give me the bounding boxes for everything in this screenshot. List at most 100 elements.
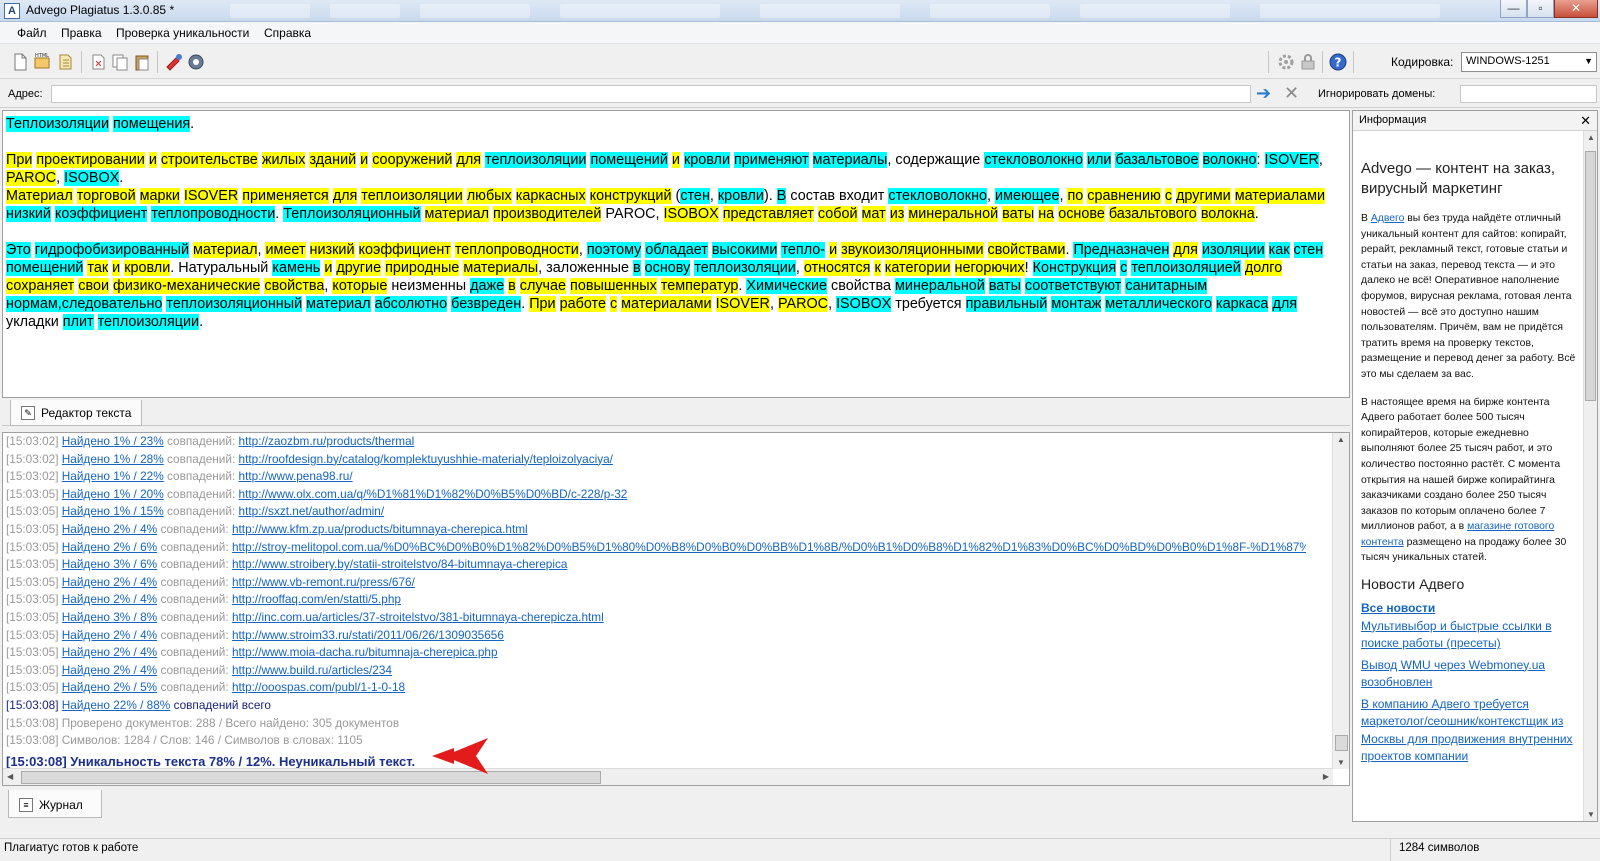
menu-file[interactable]: Файл bbox=[17, 26, 47, 40]
info-scroll-thumb[interactable] bbox=[1585, 151, 1596, 401]
help-icon[interactable]: ? bbox=[1328, 52, 1348, 72]
editor-paragraph: Материал торговой марки ISOVER применяет… bbox=[6, 187, 1347, 223]
open-file-icon[interactable] bbox=[56, 52, 76, 72]
found-percent-link[interactable]: Найдено 2% / 4% bbox=[62, 592, 157, 606]
scroll-down-icon[interactable]: ▼ bbox=[1337, 758, 1345, 767]
found-percent-link[interactable]: Найдено 3% / 8% bbox=[62, 610, 157, 624]
scroll-left-icon[interactable]: ◀ bbox=[7, 772, 13, 781]
app-logo-icon: A bbox=[4, 3, 20, 19]
open-html-icon[interactable]: HTML bbox=[32, 52, 52, 72]
plain-text: . bbox=[521, 296, 530, 312]
found-percent-link[interactable]: Найдено 2% / 4% bbox=[62, 645, 157, 659]
source-url-link[interactable]: http://www.stroibery.by/statii-stroitels… bbox=[232, 557, 567, 571]
log-timestamp: [15:03:05] bbox=[6, 539, 59, 554]
highlighted-word: категории bbox=[884, 260, 951, 276]
found-percent-link[interactable]: Найдено 2% / 4% bbox=[62, 663, 157, 677]
source-url-link[interactable]: http://www.build.ru/articles/234 bbox=[232, 663, 392, 677]
log-horizontal-scroll-thumb[interactable] bbox=[21, 771, 601, 784]
menu-edit[interactable]: Правка bbox=[61, 26, 102, 40]
info-vertical-scrollbar[interactable]: ▲ ▼ bbox=[1583, 131, 1597, 821]
found-percent-link[interactable]: Найдено 1% / 23% bbox=[62, 434, 164, 448]
minimize-button[interactable]: — bbox=[1500, 0, 1527, 18]
highlighted-word: долго bbox=[1244, 260, 1283, 276]
source-url-link[interactable]: http://ooospas.com/publ/1-1-0-18 bbox=[232, 680, 405, 694]
results-log[interactable]: [15:03:02] Найдено 1% / 23% совпадений: … bbox=[2, 432, 1350, 786]
source-url-link[interactable]: http://rooffaq.com/en/statti/5.php bbox=[232, 592, 401, 606]
log-horizontal-scrollbar[interactable]: ◀ ▶ bbox=[3, 768, 1333, 785]
log-row: [15:03:05] Найдено 2% / 6% совпадений: h… bbox=[6, 539, 1306, 557]
source-url-link[interactable]: http://www.vb-remont.ru/press/676/ bbox=[232, 575, 415, 589]
news-link[interactable]: Вывод WMU через Webmoney.ua возобновлен bbox=[1361, 657, 1579, 692]
highlighted-word: При bbox=[6, 152, 33, 168]
found-percent-link[interactable]: Найдено 2% / 5% bbox=[62, 680, 157, 694]
found-percent-link[interactable]: Найдено 2% / 4% bbox=[62, 575, 157, 589]
found-percent-link[interactable]: Найдено 2% / 4% bbox=[62, 628, 157, 642]
news-link[interactable]: Мультивыбор и быстрые ссылки в поиске ра… bbox=[1361, 618, 1579, 653]
highlighted-word: температур bbox=[660, 278, 739, 294]
highlighted-word: свойства bbox=[264, 278, 325, 294]
highlighted-word: стекловолокно bbox=[984, 152, 1083, 168]
highlighted-word: имеющее bbox=[995, 188, 1060, 204]
found-percent-link[interactable]: Найдено 1% / 15% bbox=[62, 504, 164, 518]
close-icon[interactable]: ✕ bbox=[1580, 113, 1591, 129]
found-percent-link[interactable]: Найдено 3% / 6% bbox=[62, 557, 157, 571]
source-url-link[interactable]: http://zaozbm.ru/products/thermal bbox=[239, 434, 415, 448]
log-vertical-scrollbar[interactable]: ▲ ▼ bbox=[1332, 433, 1349, 769]
source-url-link[interactable]: http://www.pena98.ru/ bbox=[239, 469, 353, 483]
settings-gear-icon[interactable] bbox=[1276, 52, 1296, 72]
found-percent-link[interactable]: Найдено 1% / 28% bbox=[62, 452, 164, 466]
clear-x-icon[interactable]: ✕ bbox=[1284, 84, 1304, 104]
found-percent-link[interactable]: Найдено 1% / 22% bbox=[62, 469, 164, 483]
scroll-up-icon[interactable]: ▲ bbox=[1337, 435, 1345, 444]
source-url-link[interactable]: http://www.olx.com.ua/q/%D1%81%D1%82%D0%… bbox=[239, 487, 628, 501]
address-input[interactable] bbox=[51, 85, 1251, 103]
char-count: 1284 символов bbox=[1390, 839, 1600, 861]
deep-check-icon[interactable] bbox=[186, 52, 206, 72]
scroll-up-icon[interactable]: ▲ bbox=[1587, 133, 1595, 142]
highlighted-word: нормам,следовательно bbox=[6, 296, 163, 312]
log-timestamp: [15:03:05] bbox=[6, 504, 59, 519]
highlighted-word: помещений bbox=[6, 260, 84, 276]
ignore-domains-input[interactable] bbox=[1460, 85, 1597, 103]
menu-help[interactable]: Справка bbox=[264, 26, 311, 40]
background-taskbar-tab bbox=[420, 4, 530, 18]
tab-journal[interactable]: ≡ Журнал bbox=[8, 790, 102, 818]
plain-text bbox=[809, 152, 813, 168]
text-editor[interactable]: Теплоизоляции помещения. При проектирован… bbox=[2, 110, 1350, 398]
tab-text-editor-label: Редактор текста bbox=[41, 406, 132, 420]
matches-label: совпадений: bbox=[163, 434, 236, 448]
new-document-icon[interactable] bbox=[10, 52, 30, 72]
source-url-link[interactable]: http://roofdesign.by/catalog/komplektuyu… bbox=[239, 452, 613, 466]
news-all-link[interactable]: Все новости bbox=[1361, 600, 1579, 618]
cut-icon[interactable] bbox=[88, 52, 108, 72]
background-taskbar-tab bbox=[230, 4, 310, 18]
tab-text-editor[interactable]: ✎ Редактор текста bbox=[10, 400, 142, 426]
close-window-button[interactable]: ✕ bbox=[1554, 0, 1598, 18]
go-arrow-icon[interactable]: ➔ bbox=[1256, 84, 1276, 104]
found-percent-link[interactable]: Найдено 2% / 6% bbox=[62, 540, 157, 554]
advego-link[interactable]: Адвего bbox=[1371, 213, 1405, 224]
found-percent-link[interactable]: Найдено 1% / 20% bbox=[62, 487, 164, 501]
window-title: Advego Plagiatus 1.3.0.85 * bbox=[26, 3, 175, 17]
news-link[interactable]: В компанию Адвего требуется маркетолог/с… bbox=[1361, 696, 1579, 766]
scroll-right-icon[interactable]: ▶ bbox=[1323, 772, 1329, 781]
highlighted-word: поэтому bbox=[586, 242, 642, 258]
check-uniqueness-icon[interactable] bbox=[164, 52, 184, 72]
lock-icon[interactable] bbox=[1298, 52, 1318, 72]
source-url-link[interactable]: http://www.kfm.zp.ua/products/bitumnaya-… bbox=[232, 522, 528, 536]
source-url-link[interactable]: http://www.stroim33.ru/stati/2011/06/26/… bbox=[232, 628, 504, 642]
source-url-link[interactable]: http://stroy-melitopol.com.ua/%D0%BC%D0%… bbox=[232, 540, 1306, 554]
copy-icon[interactable] bbox=[110, 52, 130, 72]
source-url-link[interactable]: http://www.moia-dacha.ru/bitumnaja-chere… bbox=[232, 645, 498, 659]
found-percent-link[interactable]: Найдено 2% / 4% bbox=[62, 522, 157, 536]
scroll-down-icon[interactable]: ▼ bbox=[1587, 810, 1595, 819]
log-vertical-scroll-thumb[interactable] bbox=[1335, 735, 1348, 751]
source-url-link[interactable]: http://inc.com.ua/articles/37-stroitelst… bbox=[232, 610, 604, 624]
source-url-link[interactable]: http://sxzt.net/author/admin/ bbox=[239, 504, 385, 518]
total-found-link[interactable]: Найдено 22% / 88% bbox=[62, 698, 171, 712]
menu-uniqueness-check[interactable]: Проверка уникальности bbox=[116, 26, 249, 40]
maximize-button[interactable]: ▫ bbox=[1527, 0, 1554, 18]
plain-text bbox=[712, 296, 716, 312]
encoding-select[interactable]: WINDOWS-1251 ▼ bbox=[1461, 52, 1597, 72]
paste-icon[interactable] bbox=[132, 52, 152, 72]
